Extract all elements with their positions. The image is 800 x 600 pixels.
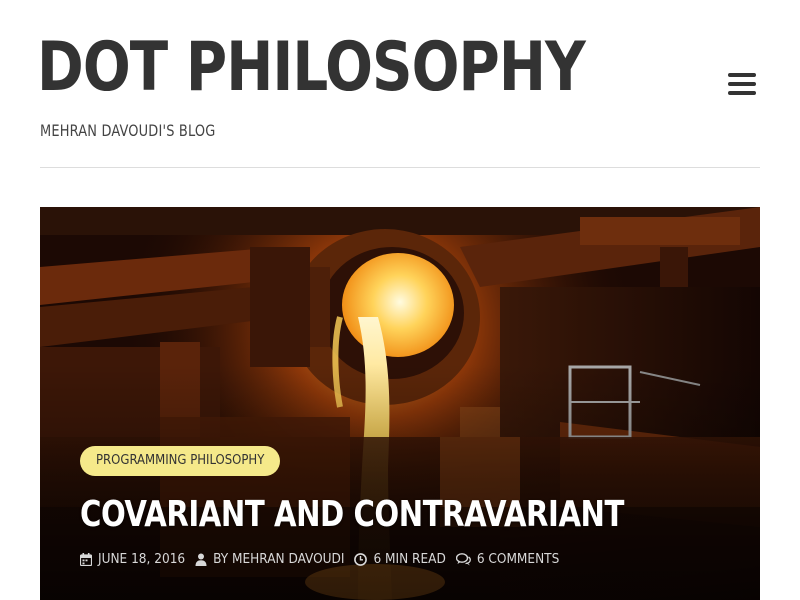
post-date: JUNE 18, 2016 — [80, 549, 185, 569]
post-comments[interactable]: 6 COMMENTS — [455, 549, 559, 569]
post-author-link[interactable]: BY MEHRAN DAVOUDI — [213, 549, 344, 569]
menu-bar — [728, 73, 756, 77]
post-author[interactable]: BY MEHRAN DAVOUDI — [195, 549, 344, 569]
site-tagline: MEHRAN DAVOUDI'S BLOG — [40, 121, 216, 140]
calendar-icon — [80, 552, 92, 566]
comments-icon — [455, 552, 471, 565]
featured-post[interactable]: PROGRAMMING PHILOSOPHY COVARIANT AND CON… — [40, 207, 760, 600]
site-header: DOT PHILOSOPHY MEHRAN DAVOUDI'S BLOG — [37, 0, 760, 168]
post-title[interactable]: COVARIANT AND CONTRAVARIANT — [80, 493, 624, 537]
menu-bar — [728, 91, 756, 95]
featured-image-overlay — [40, 207, 760, 600]
post-comments-link[interactable]: 6 COMMENTS — [477, 549, 559, 569]
post-read-time: 6 MIN READ — [354, 549, 446, 569]
clock-icon — [354, 552, 368, 566]
post-meta: JUNE 18, 2016 BY MEHRAN DAVOUDI 6 MIN RE… — [80, 549, 569, 569]
menu-bar — [728, 82, 756, 86]
site-title[interactable]: DOT PHILOSOPHY — [37, 28, 586, 108]
post-read-time-text: 6 MIN READ — [373, 551, 446, 567]
user-icon — [195, 553, 207, 566]
category-badge[interactable]: PROGRAMMING PHILOSOPHY — [80, 446, 281, 476]
hamburger-menu-icon[interactable] — [728, 72, 756, 96]
post-date-text: JUNE 18, 2016 — [98, 551, 186, 567]
